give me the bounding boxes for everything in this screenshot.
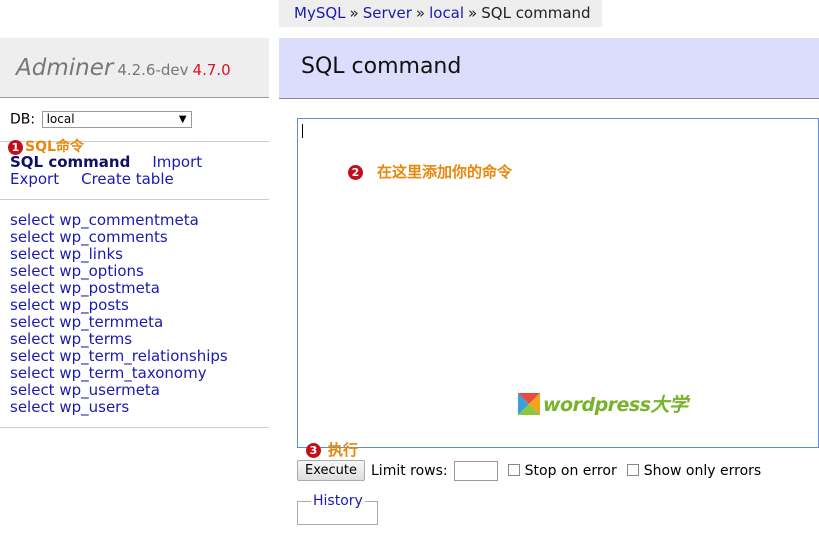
history-link[interactable]: History [311, 493, 365, 509]
table-list: select wp_commentmeta select wp_comments… [10, 212, 228, 416]
import-link[interactable]: Import [152, 153, 202, 171]
limit-rows-label: Limit rows: [371, 462, 448, 479]
divider [0, 427, 269, 428]
sidebar-header: Adminer 4.2.6-dev 4.7.0 [0, 38, 269, 98]
table-link[interactable]: select wp_options [10, 263, 228, 280]
execute-row: Execute Limit rows: Stop on error Show o… [297, 460, 761, 481]
breadcrumb-mysql[interactable]: MySQL [294, 4, 346, 22]
adminer-logo[interactable]: Adminer [16, 55, 113, 81]
table-link[interactable]: select wp_commentmeta [10, 212, 228, 229]
db-selected-value: local [46, 112, 75, 126]
table-link[interactable]: select wp_links [10, 246, 228, 263]
annotation-2: 2 在这里添加你的命令 [348, 161, 512, 182]
chevron-down-icon: ▼ [178, 114, 187, 125]
annotation-3: 3 执行 [306, 439, 358, 460]
divider [0, 199, 269, 200]
table-link[interactable]: select wp_term_relationships [10, 348, 228, 365]
breadcrumb-separator: » [349, 4, 359, 22]
new-version-link[interactable]: 4.7.0 [193, 61, 231, 79]
wordpress-daxue-logo-icon [518, 392, 540, 415]
db-select[interactable]: local ▼ [41, 111, 192, 128]
watermark-text: wordpress大学 [543, 394, 688, 416]
annotation-text: 执行 [328, 441, 359, 459]
annotation-text: 在这里添加你的命令 [377, 163, 513, 181]
sidebar: Adminer 4.2.6-dev 4.7.0 DB: local ▼ 1 SQL命令 … [0, 38, 269, 478]
breadcrumb-current: SQL command [481, 4, 591, 22]
breadcrumb-separator: » [415, 4, 426, 22]
breadcrumb: MySQL» Server» local» SQL command [279, 0, 602, 27]
table-link[interactable]: select wp_users [10, 399, 228, 416]
stop-on-error-label: Stop on error [524, 462, 617, 479]
history-fieldset: History [297, 493, 378, 525]
breadcrumb-local[interactable]: local [429, 4, 464, 22]
version: 4.2.6-dev [117, 61, 189, 79]
db-label: DB: [10, 111, 36, 128]
breadcrumb-server[interactable]: Server [363, 4, 412, 22]
show-only-errors-label: Show only errors [643, 462, 762, 479]
table-link[interactable]: select wp_terms [10, 331, 228, 348]
db-selector: DB: local ▼ [10, 111, 192, 128]
sql-command-link[interactable]: SQL command [10, 153, 130, 171]
sidebar-links: SQL command Import Export Create table [10, 154, 202, 188]
table-link[interactable]: select wp_posts [10, 297, 228, 314]
export-link[interactable]: Export [10, 170, 59, 188]
page-title: SQL command [279, 38, 819, 99]
watermark: wordpress大学 [518, 390, 688, 417]
stop-on-error-checkbox[interactable] [507, 463, 520, 476]
table-link[interactable]: select wp_usermeta [10, 382, 228, 399]
table-link[interactable]: select wp_termmeta [10, 314, 228, 331]
table-link[interactable]: select wp_comments [10, 229, 228, 246]
text-cursor [302, 124, 303, 138]
execute-button[interactable]: Execute [297, 460, 365, 481]
limit-rows-input[interactable] [453, 460, 498, 481]
breadcrumb-separator: » [468, 4, 478, 22]
annotation-badge: 3 [306, 443, 321, 458]
show-only-errors-checkbox[interactable] [626, 463, 639, 476]
table-link[interactable]: select wp_postmeta [10, 280, 228, 297]
create-table-link[interactable]: Create table [81, 170, 174, 188]
annotation-badge: 2 [348, 165, 363, 180]
table-link[interactable]: select wp_term_taxonomy [10, 365, 228, 382]
